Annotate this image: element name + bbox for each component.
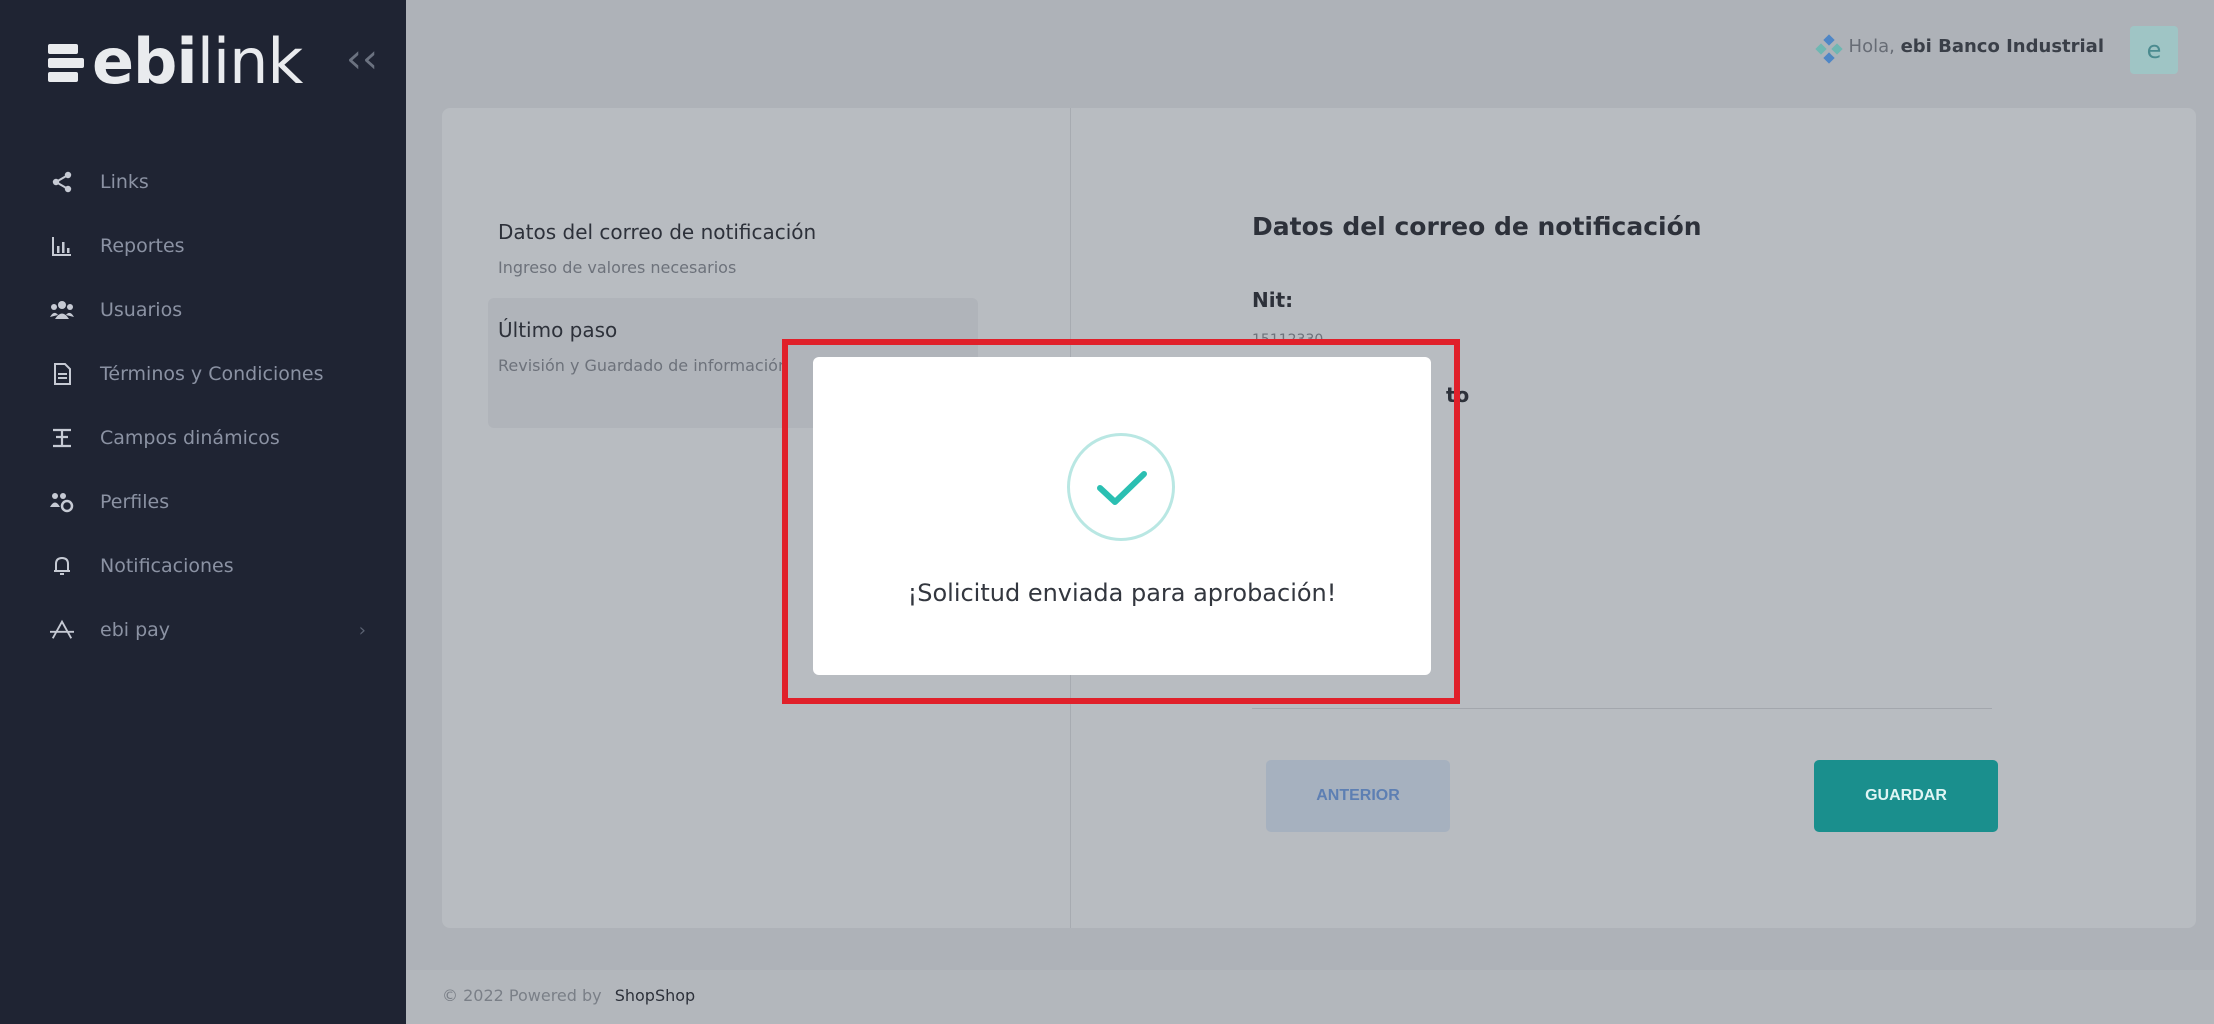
step-subtitle: Ingreso de valores necesarios [498,258,737,277]
brand-name-thin: link [196,25,304,98]
topbar: Hola, ebi Banco Industrial e [406,0,2214,100]
logo-mark-icon [48,40,84,84]
share-icon [50,170,74,194]
sidebar-item-campos-dinamicos[interactable]: Campos dinámicos [0,406,406,470]
copyright-text: © 2022 Powered by [442,986,602,1005]
sidebar-item-notificaciones[interactable]: Notificaciones [0,534,406,598]
greeting-text: Hola, [1848,36,1895,57]
footer: © 2022 Powered by ShopShop [406,970,2214,1024]
users-icon [50,298,74,322]
sidebar-item-label: Términos y Condiciones [100,363,324,385]
brand-logo[interactable]: ebilink [48,22,303,102]
bar-chart-icon [50,234,74,258]
fields-icon [50,426,74,450]
brand-name-bold: ebi [92,25,198,98]
sidebar-item-label: Campos dinámicos [100,427,280,449]
sidebar-item-reportes[interactable]: Reportes [0,214,406,278]
pay-icon [50,618,74,642]
user-greeting: Hola, ebi Banco Industrial [1849,36,2104,57]
sidebar-item-usuarios[interactable]: Usuarios [0,278,406,342]
sidebar-item-label: ebi pay [100,619,171,641]
footer-brand-link[interactable]: ShopShop [615,986,695,1005]
sidebar: ebilink ‹‹ Links Reportes Usuarios Térmi… [0,0,406,1024]
sidebar-item-links[interactable]: Links [0,150,406,214]
profiles-icon [50,490,74,514]
sidebar-item-label: Perfiles [100,491,170,513]
nit-label: Nit: [1252,288,1294,312]
chevron-right-icon: › [358,619,366,641]
sidebar-item-label: Usuarios [100,299,183,321]
brand-name: ebilink [92,31,303,93]
section-title: Datos del correo de notificación [1252,212,1702,241]
highlight-annotation [782,339,1460,704]
footer-text: © 2022 Powered by ShopShop [442,986,695,1005]
sidebar-item-label: Links [100,171,149,193]
save-button[interactable]: GUARDAR [1814,760,1998,832]
previous-button[interactable]: ANTERIOR [1266,760,1450,832]
form-divider [1252,708,1992,709]
document-icon [50,362,74,386]
sidebar-item-label: Notificaciones [100,555,234,577]
sidebar-item-perfiles[interactable]: Perfiles [0,470,406,534]
sidebar-item-ebi-pay[interactable]: ebi pay › [0,598,406,662]
step-notification-data[interactable]: Datos del correo de notificación Ingreso… [498,220,998,277]
bell-icon [50,554,74,578]
sidebar-menu: Links Reportes Usuarios Términos y Condi… [0,150,406,662]
collapse-sidebar-icon[interactable]: ‹‹ [346,36,378,82]
sidebar-item-terminos[interactable]: Términos y Condiciones [0,342,406,406]
sidebar-item-label: Reportes [100,235,185,257]
user-name: ebi Banco Industrial [1900,36,2104,57]
step-title: Datos del correo de notificación [498,220,817,244]
avatar[interactable]: e [2130,26,2178,74]
apps-icon[interactable] [1814,34,1844,64]
